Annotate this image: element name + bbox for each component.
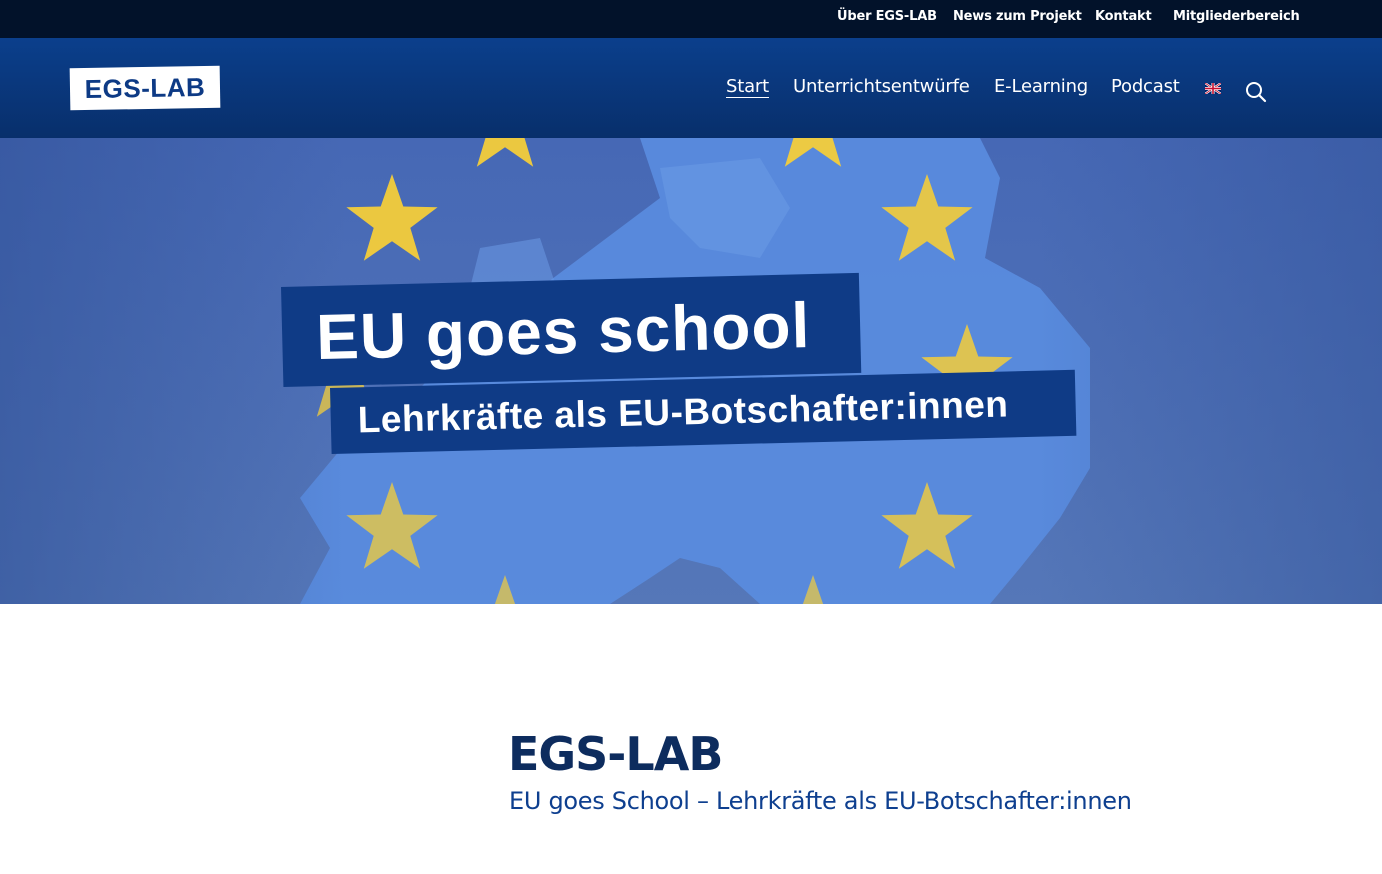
site-header: EGS-LAB Start Unterrichtsentwürfe E-Lear… [0,38,1382,138]
nav-item-elearning[interactable]: E-Learning [994,76,1088,97]
hero-headline: EU goes school [315,289,812,374]
utility-nav: Über EGS-LAB News zum Projekt Kontakt Mi… [0,0,1382,38]
hero-banner: EU goes school Lehrkräfte als EU-Botscha… [0,138,1382,604]
logo-text: EGS-LAB [84,71,206,105]
site-logo[interactable]: EGS-LAB [69,65,221,111]
search-icon[interactable] [1244,79,1268,103]
page-title: EGS-LAB [508,727,723,781]
topnav-link-news[interactable]: News zum Projekt [953,9,1082,24]
topnav-link-about[interactable]: Über EGS-LAB [837,9,937,24]
nav-item-lesson-plans[interactable]: Unterrichtsentwürfe [793,76,970,97]
topnav-link-members[interactable]: Mitgliederbereich [1173,9,1300,24]
topnav-link-contact[interactable]: Kontakt [1095,9,1152,24]
hero-headline-box: EU goes school [281,272,862,387]
uk-flag-icon[interactable] [1205,83,1221,94]
nav-item-podcast[interactable]: Podcast [1111,76,1180,97]
hero-tagline: Lehrkräfte als EU-Botschafter:innen [357,383,1009,441]
page-subtitle: EU goes School – Lehrkräfte als EU-Botsc… [509,787,1132,815]
nav-item-start[interactable]: Start [726,76,769,97]
